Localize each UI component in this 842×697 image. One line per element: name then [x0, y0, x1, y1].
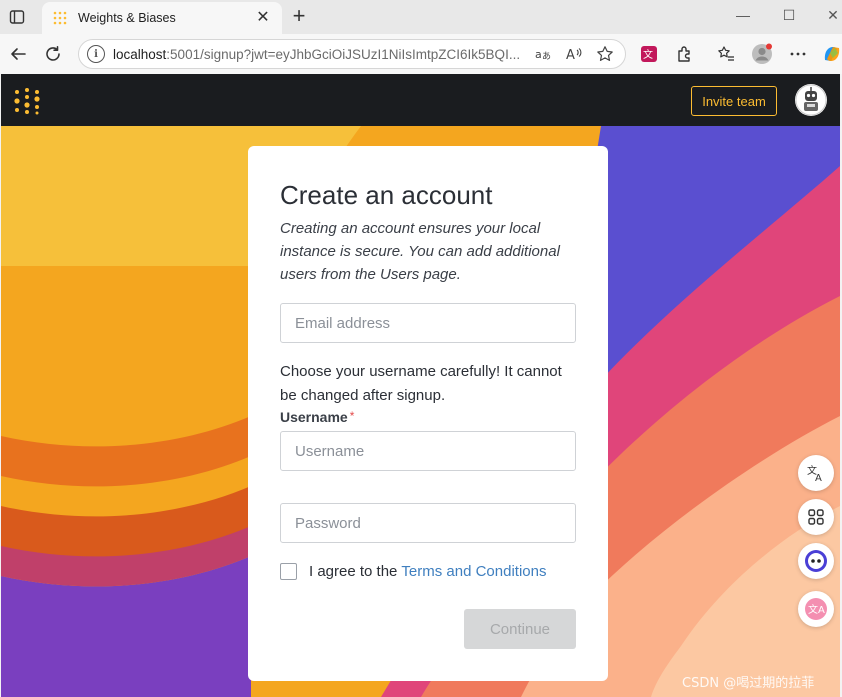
- favorite-star-icon[interactable]: [595, 45, 615, 65]
- float-assistant-button[interactable]: [798, 543, 834, 579]
- terms-checkbox[interactable]: [280, 563, 297, 580]
- svg-text:A: A: [566, 48, 575, 63]
- translate-icon: 文A: [807, 464, 822, 483]
- user-avatar[interactable]: [795, 84, 827, 116]
- refresh-button[interactable]: [41, 42, 65, 66]
- puzzle-icon: [678, 46, 690, 62]
- page-title: Create an account: [280, 180, 493, 210]
- wandb-app: Invite team Create an account Creating a…: [1, 74, 840, 697]
- float-apps-button[interactable]: [798, 499, 834, 535]
- username-field[interactable]: [280, 431, 576, 471]
- tab-actions-button[interactable]: [6, 6, 28, 28]
- browser-tab-active[interactable]: Weights & Biases ✕: [42, 2, 282, 34]
- extensions-button[interactable]: [673, 42, 697, 66]
- username-label: Username *: [280, 409, 355, 425]
- agree-text: I agree to the: [309, 563, 398, 580]
- new-tab-button[interactable]: +: [287, 5, 311, 29]
- browser-tabstrip: Weights & Biases ✕ + — ☐ ✕: [0, 0, 842, 34]
- svg-text:a: a: [535, 48, 542, 61]
- apps-grid-icon: [808, 509, 824, 525]
- required-asterisk: *: [349, 409, 355, 423]
- terms-link[interactable]: Terms and Conditions: [401, 563, 546, 580]
- continue-button[interactable]: Continue: [464, 609, 576, 649]
- copilot-icon: [824, 47, 840, 61]
- more-menu-button[interactable]: [786, 42, 810, 66]
- address-url[interactable]: localhost:5001/signup?jwt=eyJhbGciOiJSUz…: [113, 47, 523, 62]
- tab-actions-icon: [9, 10, 25, 24]
- minimize-icon[interactable]: —: [726, 3, 760, 27]
- more-dots-icon: [790, 52, 806, 56]
- profile-avatar-icon: [752, 43, 772, 64]
- address-bar[interactable]: i localhost:5001/signup?jwt=eyJhbGciOiJS…: [78, 39, 626, 69]
- tab-close-icon[interactable]: ✕: [254, 9, 272, 27]
- translate-pink-icon: 文A: [805, 598, 827, 620]
- favorites-button[interactable]: [714, 42, 738, 66]
- wandb-favicon-icon: [53, 11, 67, 25]
- refresh-icon: [46, 46, 60, 61]
- svg-text:文A: 文A: [808, 603, 825, 616]
- translate-page-icon[interactable]: aあ: [533, 45, 553, 65]
- tab-title: Weights & Biases: [78, 11, 176, 25]
- signup-subtitle: Creating an account ensures your local i…: [280, 220, 560, 283]
- copilot-button[interactable]: [820, 42, 842, 66]
- translate-extension-icon: 文: [641, 46, 657, 62]
- password-field[interactable]: [280, 503, 576, 543]
- svg-text:文: 文: [643, 48, 653, 61]
- robot-avatar-icon: [795, 84, 827, 116]
- assistant-face-icon: [805, 550, 827, 572]
- csdn-watermark: CSDN @喝过期的拉菲: [682, 676, 815, 691]
- app-topbar: Invite team: [1, 74, 840, 126]
- signup-card: Create an account Creating an account en…: [248, 146, 608, 681]
- profile-button[interactable]: [750, 42, 774, 66]
- terms-agreement: I agree to the Terms and Conditions: [280, 563, 576, 580]
- invite-team-button[interactable]: Invite team: [691, 86, 777, 116]
- email-field[interactable]: [280, 303, 576, 343]
- read-aloud-icon[interactable]: A: [564, 45, 584, 65]
- site-info-icon[interactable]: i: [87, 45, 105, 63]
- maximize-icon[interactable]: ☐: [772, 3, 806, 27]
- translate-extension-button[interactable]: 文: [637, 42, 661, 66]
- svg-text:A: A: [815, 473, 822, 483]
- svg-text:あ: あ: [542, 51, 551, 62]
- favorites-list-icon: [718, 46, 734, 61]
- float-translate-pink-button[interactable]: 文A: [798, 591, 834, 627]
- back-arrow-icon: [11, 48, 26, 60]
- wandb-logo-icon[interactable]: [13, 87, 41, 115]
- close-window-icon[interactable]: ✕: [816, 3, 842, 27]
- float-translate-button[interactable]: 文A: [798, 455, 834, 491]
- username-note: Choose your username carefully! It canno…: [280, 363, 562, 404]
- browser-toolbar: i localhost:5001/signup?jwt=eyJhbGciOiJS…: [0, 34, 842, 74]
- back-button[interactable]: [6, 42, 30, 66]
